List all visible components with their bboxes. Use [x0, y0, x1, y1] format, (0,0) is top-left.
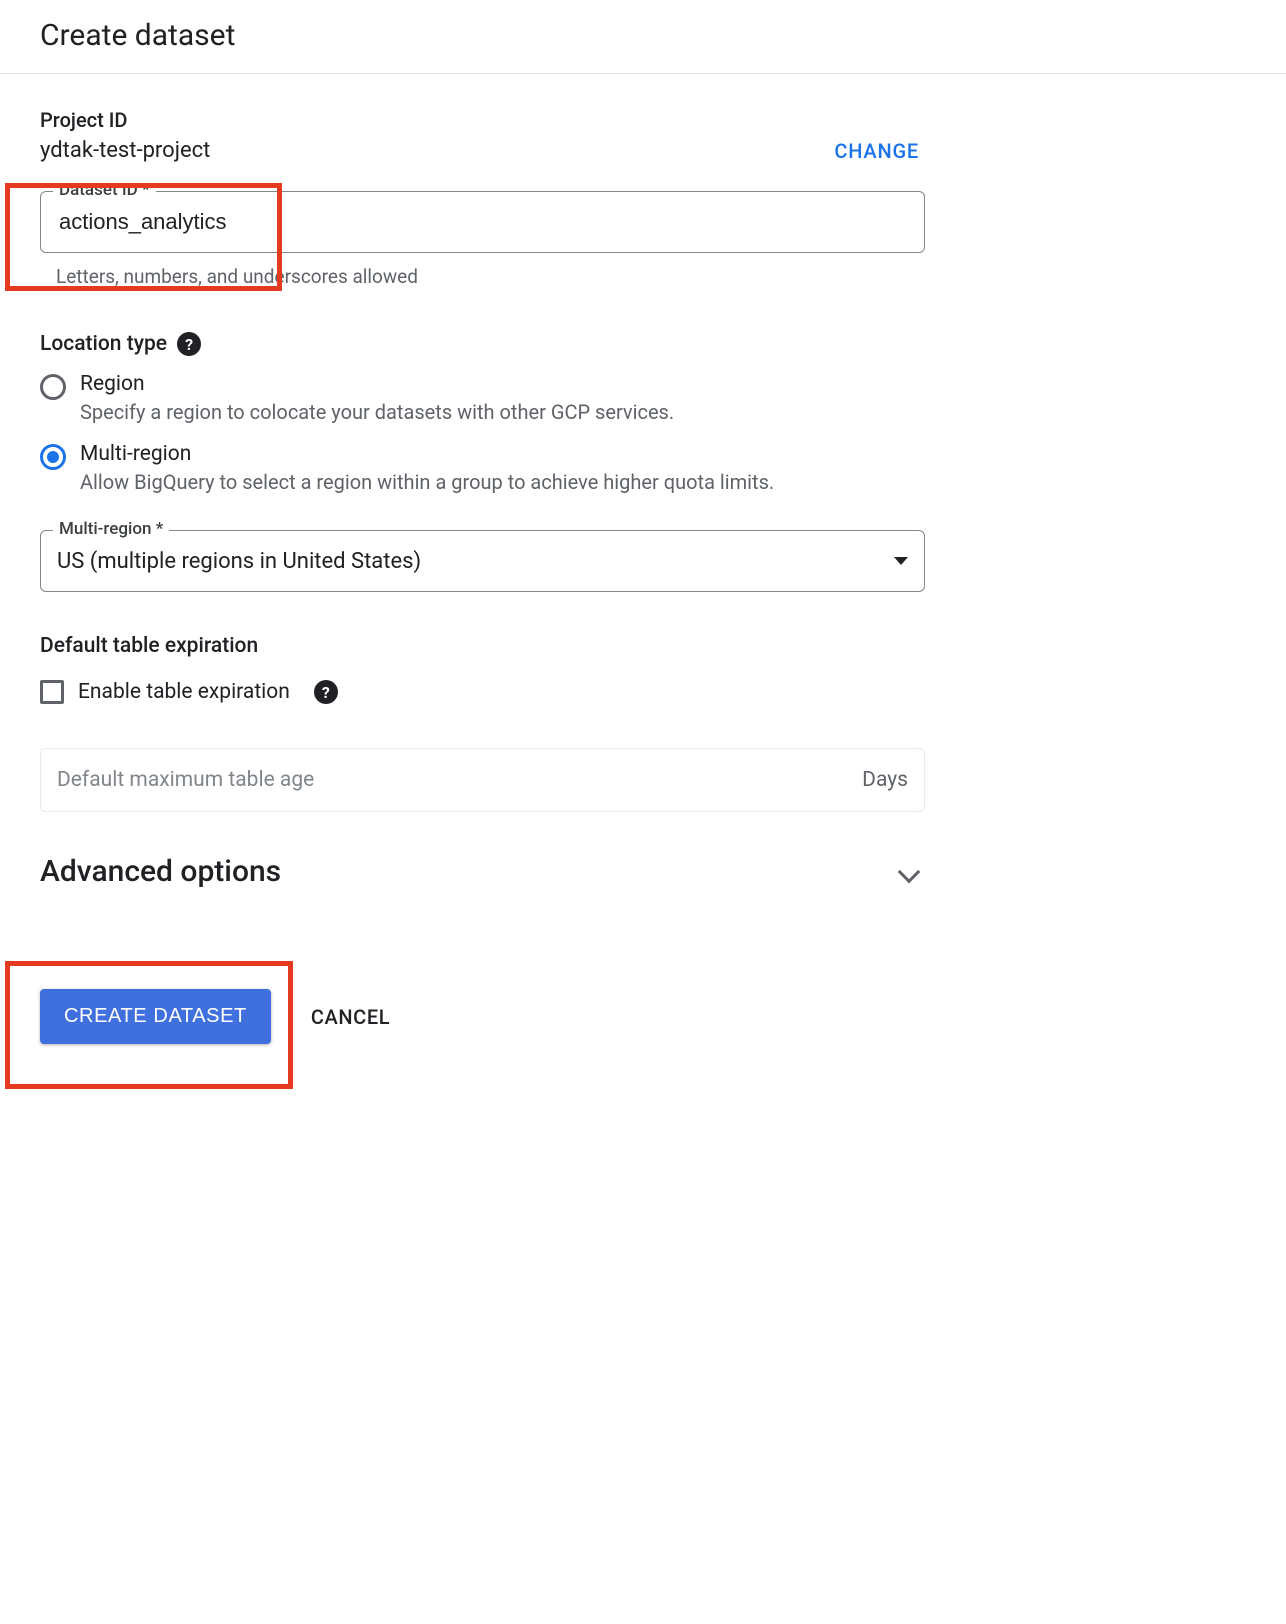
max-table-age-placeholder: Default maximum table age	[57, 768, 314, 792]
max-table-age-field: Default maximum table age Days	[40, 748, 925, 812]
advanced-options-title: Advanced options	[40, 854, 281, 889]
cancel-button[interactable]: CANCEL	[311, 1005, 390, 1029]
multi-region-radio-desc: Allow BigQuery to select a region within…	[80, 470, 925, 494]
multi-region-select[interactable]: Multi-region * US (multiple regions in U…	[40, 530, 925, 592]
location-type-title: Location type	[40, 332, 167, 356]
dataset-id-label: Dataset ID *	[53, 180, 156, 200]
multi-region-radio-label: Multi-region	[80, 442, 925, 466]
enable-expiration-label: Enable table expiration	[78, 680, 290, 704]
region-radio[interactable]	[40, 374, 66, 400]
page-title: Create dataset	[40, 18, 1246, 53]
advanced-options-toggle[interactable]: Advanced options	[40, 854, 925, 889]
chevron-down-icon	[898, 860, 921, 883]
region-radio-desc: Specify a region to colocate your datase…	[80, 400, 925, 424]
project-id-value: ydtak-test-project	[40, 138, 210, 163]
dataset-id-input[interactable]	[57, 208, 908, 236]
region-radio-label: Region	[80, 372, 925, 396]
help-icon[interactable]: ?	[314, 680, 338, 704]
multi-region-select-value: US (multiple regions in United States)	[57, 549, 421, 574]
help-icon[interactable]: ?	[177, 332, 201, 356]
multi-region-select-label: Multi-region *	[53, 519, 169, 539]
expiration-title: Default table expiration	[40, 634, 925, 658]
dataset-id-field[interactable]: Dataset ID *	[40, 191, 925, 253]
dropdown-arrow-icon	[894, 557, 908, 565]
create-dataset-button[interactable]: CREATE DATASET	[40, 989, 271, 1044]
dataset-id-helper: Letters, numbers, and underscores allowe…	[56, 265, 925, 288]
enable-expiration-checkbox[interactable]	[40, 680, 64, 704]
project-id-label: Project ID	[40, 108, 925, 132]
max-table-age-suffix: Days	[862, 768, 908, 792]
multi-region-radio[interactable]	[40, 444, 66, 470]
change-project-link[interactable]: CHANGE	[834, 139, 919, 163]
